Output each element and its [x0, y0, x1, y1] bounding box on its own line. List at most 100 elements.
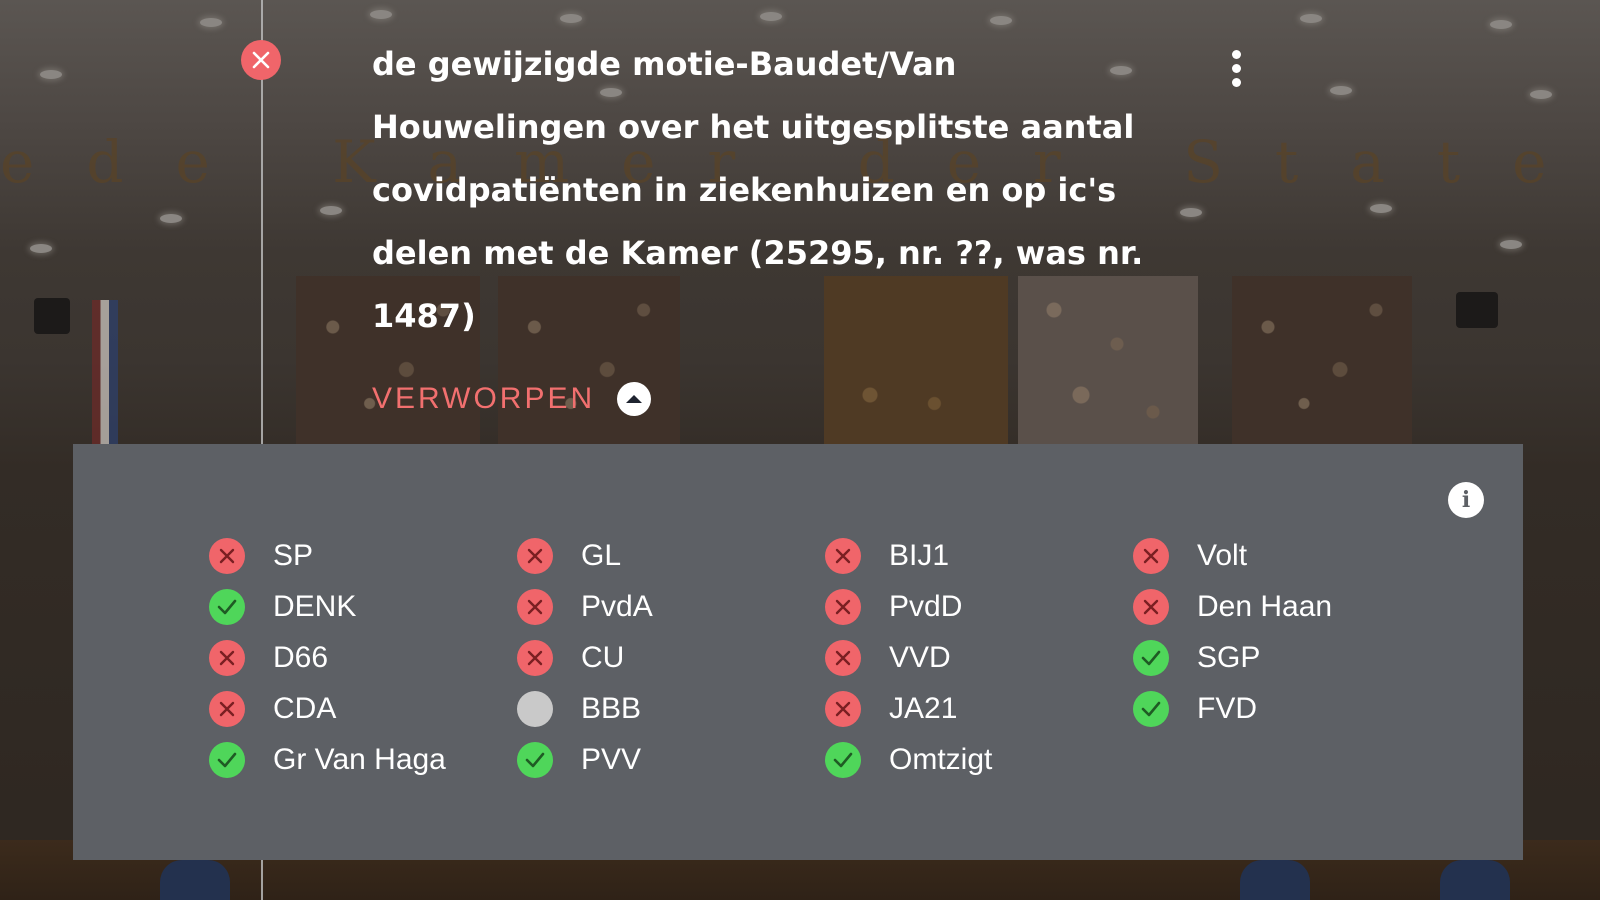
party-name: DENK: [273, 589, 357, 623]
party-vote-item: SP: [209, 530, 517, 581]
close-icon: [517, 639, 553, 676]
check-icon: [1133, 639, 1169, 676]
party-vote-item: DENK: [209, 581, 517, 632]
camera: [34, 298, 70, 334]
ceiling-light: [1530, 90, 1552, 99]
party-vote-item: BBB: [517, 683, 825, 734]
more-vertical-icon-dot: [1231, 77, 1241, 87]
circle-icon: [517, 690, 553, 727]
party-column: BIJ1 PvdD VVD JA21 Omtzigt: [825, 530, 1133, 785]
ceiling-light: [40, 70, 62, 79]
dutch-flag: [92, 300, 118, 450]
check-icon: [825, 741, 861, 778]
close-icon: [209, 537, 245, 574]
party-name: JA21: [889, 691, 958, 725]
ceiling-light: [560, 14, 582, 23]
ceiling-light: [990, 16, 1012, 25]
party-name: GL: [581, 538, 622, 572]
info-button[interactable]: i: [1448, 482, 1484, 518]
ceiling-light: [760, 12, 782, 21]
close-icon: [825, 639, 861, 676]
chevron-up-icon: [626, 395, 643, 403]
ceiling-light: [1180, 208, 1202, 217]
close-icon: [825, 588, 861, 625]
ceiling-light: [200, 18, 222, 27]
close-icon: [1133, 588, 1169, 625]
party-name: VVD: [889, 640, 951, 674]
party-name: CU: [581, 640, 625, 674]
more-options-button[interactable]: [1220, 44, 1252, 92]
party-column: Volt Den Haan SGP FVD: [1133, 530, 1441, 785]
vote-breakdown-panel: i SP DENK D66 CDA Gr Van Haga GL PvdA CU BBB PVV B…: [73, 444, 1523, 860]
party-name: FVD: [1197, 691, 1257, 725]
ceiling-light: [1500, 240, 1522, 249]
check-icon: [517, 741, 553, 778]
party-vote-item: CDA: [209, 683, 517, 734]
party-name: D66: [273, 640, 329, 674]
more-vertical-icon-dot: [1231, 63, 1241, 73]
seat: [1440, 860, 1510, 900]
seat: [1240, 860, 1310, 900]
party-name: PVV: [581, 742, 642, 776]
motion-title: de gewijzigde motie-Baudet/Van Houweling…: [372, 45, 1144, 335]
party-column: GL PvdA CU BBB PVV: [517, 530, 825, 785]
ceiling-light: [160, 214, 182, 223]
close-icon: [517, 537, 553, 574]
ceiling-light: [1330, 86, 1352, 95]
party-name: CDA: [273, 691, 337, 725]
party-name: Omtzigt: [889, 742, 993, 776]
party-vote-item: Gr Van Haga: [209, 734, 517, 785]
party-vote-item: PvdA: [517, 581, 825, 632]
party-vote-grid: SP DENK D66 CDA Gr Van Haga GL PvdA CU BBB PVV BIJ…: [209, 530, 1449, 785]
info-icon: i: [1461, 487, 1471, 513]
close-icon: [209, 690, 245, 727]
check-icon: [1133, 690, 1169, 727]
party-vote-item: PvdD: [825, 581, 1133, 632]
ceiling-light: [1370, 204, 1392, 213]
party-vote-item: BIJ1: [825, 530, 1133, 581]
result-row: VERWORPEN: [372, 382, 652, 416]
more-vertical-icon-dot: [1231, 49, 1241, 59]
party-name: PvdA: [581, 589, 653, 623]
close-icon: [1133, 537, 1169, 574]
ceiling-light: [370, 10, 392, 19]
ceiling-light: [320, 206, 342, 215]
party-column: SP DENK D66 CDA Gr Van Haga: [209, 530, 517, 785]
party-name: SGP: [1197, 640, 1261, 674]
collapse-votes-button[interactable]: [617, 382, 652, 416]
party-name: SP: [273, 538, 314, 572]
check-icon: [209, 588, 245, 625]
party-vote-item: Omtzigt: [825, 734, 1133, 785]
close-icon: [517, 588, 553, 625]
party-vote-item: FVD: [1133, 683, 1441, 734]
party-vote-item: CU: [517, 632, 825, 683]
wall-art-panel: [1232, 276, 1412, 446]
close-icon: [825, 537, 861, 574]
ceiling-light: [1300, 14, 1322, 23]
seat: [160, 860, 230, 900]
party-name: PvdD: [889, 589, 963, 623]
rejected-status-icon: [241, 40, 281, 80]
party-name: BBB: [581, 691, 642, 725]
party-vote-item: SGP: [1133, 632, 1441, 683]
party-vote-item: Volt: [1133, 530, 1441, 581]
result-label: VERWORPEN: [372, 382, 596, 415]
party-vote-item: JA21: [825, 683, 1133, 734]
ceiling-light: [1490, 20, 1512, 29]
camera: [1456, 292, 1498, 328]
party-vote-item: D66: [209, 632, 517, 683]
party-vote-item: GL: [517, 530, 825, 581]
party-vote-item: PVV: [517, 734, 825, 785]
party-vote-item: Den Haan: [1133, 581, 1441, 632]
close-icon: [252, 51, 270, 69]
ceiling-light: [30, 244, 52, 253]
party-name: Den Haan: [1197, 589, 1333, 623]
screen: ede Kamer der Staten-Genera de gewijzigd…: [0, 0, 1600, 900]
party-name: Volt: [1197, 538, 1248, 572]
close-icon: [209, 639, 245, 676]
party-name: Gr Van Haga: [273, 742, 446, 776]
close-icon: [825, 690, 861, 727]
party-vote-item: VVD: [825, 632, 1133, 683]
check-icon: [209, 741, 245, 778]
party-name: BIJ1: [889, 538, 950, 572]
